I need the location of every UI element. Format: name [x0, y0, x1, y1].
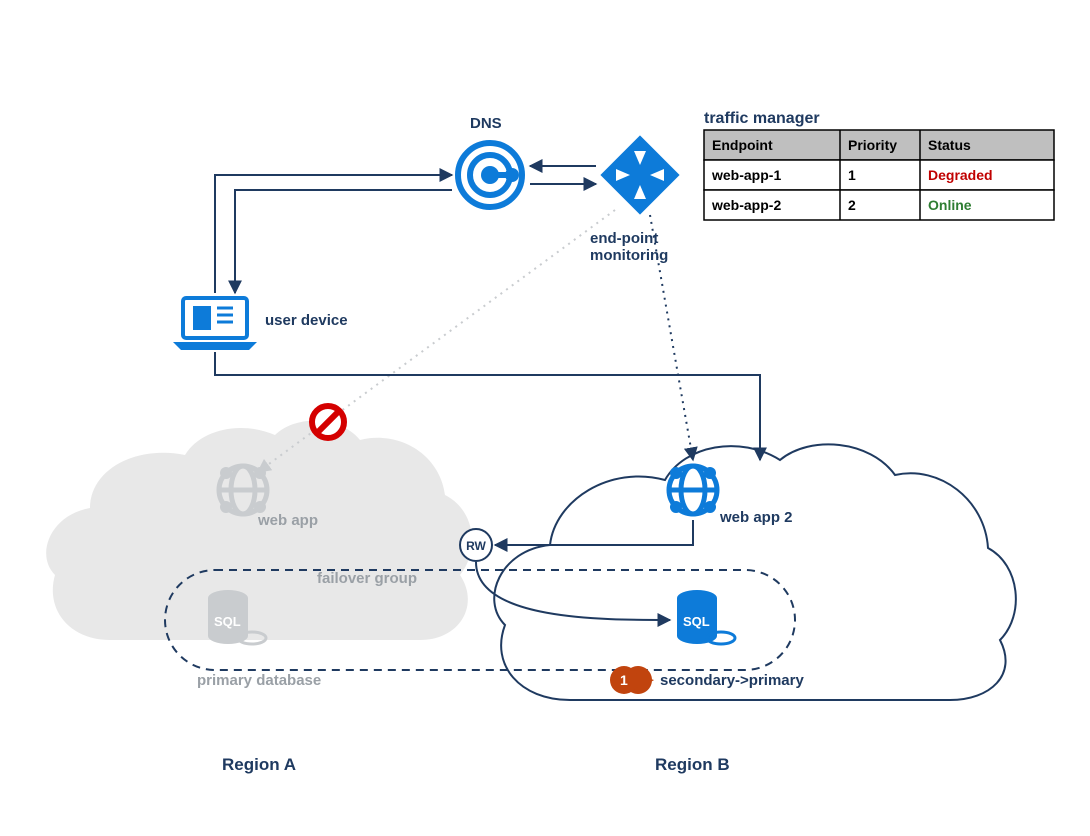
td-st-0: Degraded — [928, 167, 993, 183]
primary-db-label: primary database — [197, 672, 321, 689]
endpoint-monitoring-label-1: end-point — [590, 230, 658, 247]
svg-text:1: 1 — [620, 672, 628, 688]
user-device-label: user device — [265, 312, 348, 329]
region-a-cloud — [46, 421, 472, 640]
web-app-b-label: web app 2 — [719, 509, 793, 526]
conn-tm-to-webapp-a — [258, 210, 615, 472]
traffic-manager-title: traffic manager — [704, 110, 820, 127]
dns-label: DNS — [470, 115, 502, 132]
sql-b-icon: SQL — [677, 590, 735, 644]
secondary-db-label: secondary->primary — [660, 672, 804, 689]
th-priority: Priority — [848, 137, 897, 153]
conn-user-to-dns — [215, 175, 452, 293]
callout-badge: 1 — [610, 666, 654, 694]
td-st-1: Online — [928, 197, 972, 213]
blocked-icon — [312, 406, 344, 438]
region-b-label: Region B — [655, 755, 730, 774]
traffic-manager-table: Endpoint Priority Status web-app-1 1 Deg… — [704, 130, 1054, 220]
failover-group-label: failover group — [317, 570, 417, 587]
td-pr-0: 1 — [848, 167, 856, 183]
svg-text:RW: RW — [466, 539, 486, 553]
svg-text:SQL: SQL — [214, 614, 241, 629]
svg-text:traffic manager: traffic manager — [704, 110, 820, 127]
web-app-b-icon — [669, 466, 717, 514]
td-ep-1: web-app-2 — [711, 197, 781, 213]
td-pr-1: 2 — [848, 197, 856, 213]
th-status: Status — [928, 137, 971, 153]
region-a-label: Region A — [222, 755, 296, 774]
th-endpoint: Endpoint — [712, 137, 773, 153]
region-b-cloud — [494, 444, 1016, 700]
traffic-manager-icon — [600, 135, 679, 214]
conn-dns-to-user — [235, 190, 452, 293]
td-ep-0: web-app-1 — [711, 167, 781, 183]
dns-icon — [458, 143, 522, 207]
conn-webapp-b-to-rw — [495, 520, 693, 545]
svg-text:SQL: SQL — [683, 614, 710, 629]
web-app-a-label: web app — [257, 512, 318, 529]
endpoint-monitoring-label-2: monitoring — [590, 247, 668, 264]
laptop-icon — [173, 298, 257, 350]
rw-node: RW — [460, 529, 492, 561]
